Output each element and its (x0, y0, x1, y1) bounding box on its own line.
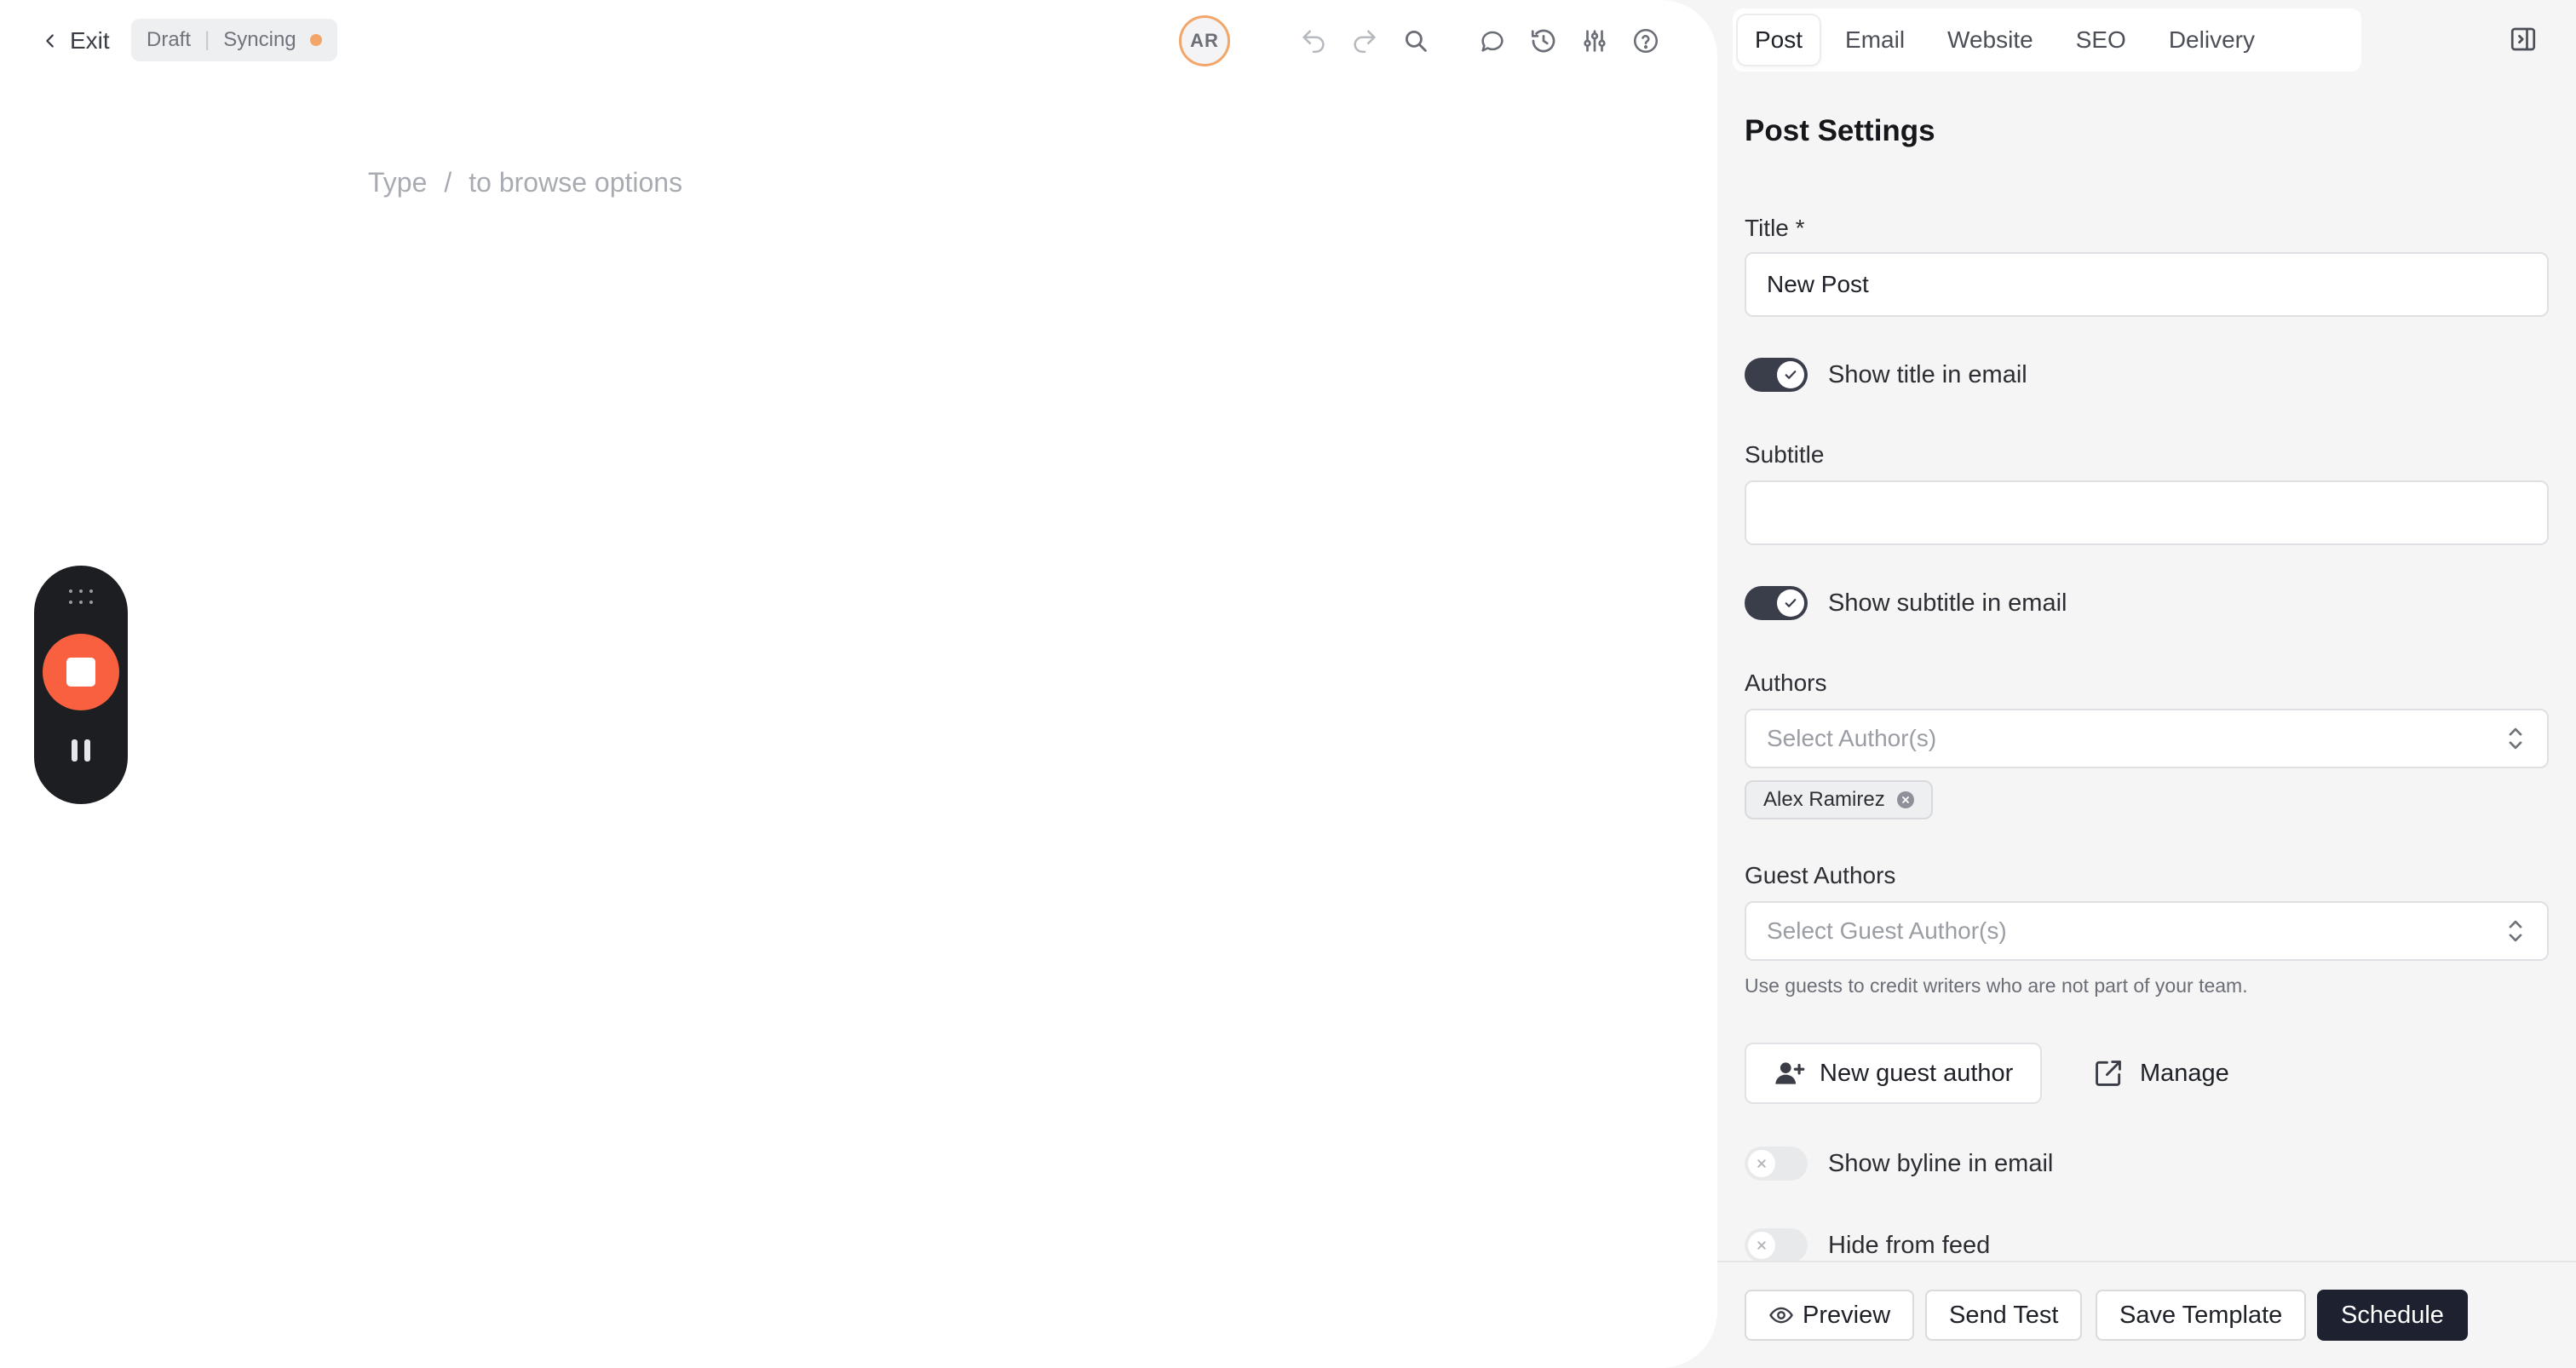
comment-icon (1481, 31, 1504, 52)
settings-tabs: Post Email Website SEO Delivery (1733, 9, 2361, 72)
chevron-updown-icon (2509, 727, 2522, 750)
show-subtitle-row: Show subtitle in email (1745, 584, 2067, 622)
show-title-label: Show title in email (1828, 360, 2027, 388)
schedule-label: Schedule (2341, 1301, 2444, 1329)
x-icon (1757, 1159, 1766, 1168)
pause-recording-button[interactable] (60, 729, 102, 772)
save-template-label: Save Template (2119, 1301, 2283, 1329)
undo-icon (1302, 30, 1325, 54)
sync-status-dot (309, 34, 322, 46)
chevron-left-icon (46, 34, 54, 48)
guest-authors-select[interactable]: Select Guest Author(s) (1745, 901, 2549, 961)
help-icon (1633, 28, 1659, 54)
author-chip-label: Alex Ramirez (1763, 788, 1885, 811)
guest-authors-placeholder: Select Guest Author(s) (1767, 917, 2007, 944)
status-syncing: Syncing (223, 28, 296, 51)
comments-button[interactable] (1475, 22, 1509, 60)
exit-label: Exit (70, 27, 110, 54)
recording-widget (34, 566, 128, 804)
search-icon (1405, 30, 1427, 52)
show-title-toggle[interactable] (1745, 358, 1808, 392)
show-subtitle-label: Show subtitle in email (1828, 589, 2067, 617)
stop-icon (66, 658, 95, 687)
new-guest-author-button[interactable]: New guest author (1745, 1043, 2043, 1104)
stop-recording-button[interactable] (43, 634, 119, 710)
remove-author-button[interactable] (1896, 791, 1914, 808)
show-subtitle-toggle[interactable] (1745, 586, 1808, 620)
collapse-panel-button[interactable] (2508, 24, 2542, 58)
pause-icon (72, 739, 78, 762)
editor-placeholder[interactable]: Type / to browse options (368, 167, 682, 198)
placeholder-rest: to browse options (469, 167, 683, 198)
sidebar-collapse-icon (2510, 27, 2536, 51)
collaborator-avatar[interactable]: AR (1179, 15, 1230, 66)
exit-button[interactable]: Exit (41, 22, 110, 60)
manage-guests-button[interactable]: Manage (2092, 1043, 2229, 1104)
send-test-button[interactable]: Send Test (1925, 1290, 2083, 1341)
placeholder-type: Type (368, 167, 428, 198)
undo-button[interactable] (1297, 22, 1331, 60)
status-draft: Draft (147, 28, 192, 51)
external-link-icon (2096, 1060, 2121, 1086)
close-icon (1901, 796, 1909, 803)
status-separator: | (204, 28, 210, 51)
authors-label: Authors (1745, 670, 1827, 696)
schedule-button[interactable]: Schedule (2317, 1290, 2468, 1341)
search-button[interactable] (1399, 22, 1433, 60)
title-input[interactable]: New Post (1745, 252, 2549, 317)
tab-seo[interactable]: SEO (2059, 15, 2143, 65)
redo-icon (1354, 30, 1376, 54)
sliders-icon (1584, 30, 1606, 52)
authors-placeholder: Select Author(s) (1767, 725, 1937, 751)
tab-website[interactable]: Website (1930, 15, 2050, 65)
show-byline-row: Show byline in email (1745, 1145, 2053, 1182)
show-title-row: Show title in email (1745, 356, 2027, 394)
save-template-button[interactable]: Save Template (2096, 1290, 2307, 1341)
redo-button[interactable] (1348, 22, 1382, 60)
app-root: Exit Draft | Syncing AR Type / to browse… (0, 0, 2576, 1368)
check-icon (1785, 371, 1797, 379)
add-user-icon (1775, 1062, 1805, 1084)
author-chip: Alex Ramirez (1745, 780, 1933, 819)
eye-icon (1769, 1307, 1793, 1324)
guest-authors-help: Use guests to credit writers who are not… (1745, 974, 2248, 997)
send-test-label: Send Test (1949, 1301, 2059, 1329)
editor-canvas[interactable]: Exit Draft | Syncing AR Type / to browse… (0, 0, 1717, 1368)
guest-authors-label: Guest Authors (1745, 862, 1896, 888)
help-button[interactable] (1629, 22, 1663, 60)
placeholder-slash: / (444, 167, 452, 198)
history-icon (1531, 29, 1555, 53)
authors-select[interactable]: Select Author(s) (1745, 709, 2549, 768)
tab-email[interactable]: Email (1828, 15, 1922, 65)
settings-sliders-button[interactable] (1578, 22, 1612, 60)
title-label: Title * (1745, 215, 1805, 241)
hide-feed-toggle[interactable] (1745, 1228, 1808, 1262)
preview-button[interactable]: Preview (1745, 1290, 1915, 1341)
panel-heading: Post Settings (1745, 114, 1935, 147)
subtitle-label: Subtitle (1745, 441, 1825, 468)
hide-feed-label: Hide from feed (1828, 1231, 1991, 1259)
drag-grip-icon[interactable] (68, 589, 94, 606)
hide-feed-row: Hide from feed (1745, 1227, 1990, 1264)
preview-label: Preview (1803, 1301, 1891, 1329)
show-byline-label: Show byline in email (1828, 1149, 2054, 1177)
check-icon (1785, 599, 1797, 607)
chevron-updown-icon (2509, 920, 2522, 942)
post-status-badge: Draft | Syncing (131, 19, 337, 61)
show-byline-toggle[interactable] (1745, 1147, 1808, 1181)
tab-post[interactable]: Post (1738, 15, 1820, 65)
manage-label: Manage (2140, 1059, 2229, 1087)
new-guest-author-label: New guest author (1820, 1059, 2014, 1087)
tab-delivery[interactable]: Delivery (2152, 15, 2272, 65)
history-button[interactable] (1527, 22, 1561, 60)
x-icon (1757, 1241, 1766, 1250)
subtitle-input[interactable] (1745, 480, 2549, 545)
